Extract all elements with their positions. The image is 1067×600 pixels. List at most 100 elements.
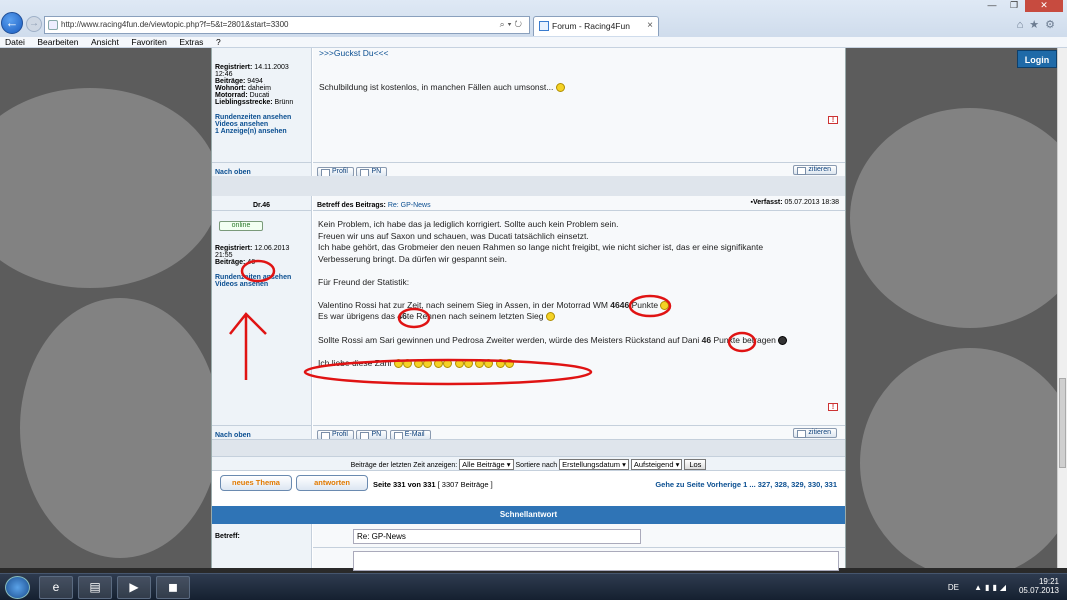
sort-select-dir-value: Aufsteigend (633, 460, 674, 469)
minimize-button[interactable]: — (981, 0, 1003, 12)
post1-wohnort-value: daheim (247, 85, 271, 92)
online-badge: online (219, 221, 263, 231)
reply-button[interactable]: antworten (296, 475, 368, 491)
post-separator (212, 439, 845, 456)
menu-extras[interactable]: Extras (174, 37, 208, 47)
post1-link-anzeigen[interactable]: 1 Anzeige(n) ansehen (215, 128, 311, 135)
post1-footer-right: Profil PN zitieren (313, 162, 845, 177)
betreff-input[interactable]: Re: GP-News (353, 529, 641, 544)
start-button[interactable] (5, 576, 30, 599)
new-topic-button[interactable]: neues Thema (220, 475, 292, 491)
favorites-icon[interactable]: ★ (1029, 19, 1045, 31)
post2-subject-value[interactable]: Re: GP-News (388, 202, 431, 209)
post2-line2: Freuen wir uns auf Saxon und schauen, wa… (318, 230, 589, 241)
menu-help[interactable]: ? (211, 37, 226, 47)
tab-title: Forum - Racing4Fun (552, 21, 630, 31)
post2-line6a: Valentino Rossi hat zur Zeit, nach seine… (318, 299, 608, 310)
smiley-icon (555, 83, 565, 93)
post2-footer-left: Nach oben (212, 425, 312, 439)
message-textarea[interactable] (353, 551, 839, 571)
taskbar-explorer-icon[interactable]: ▤ (78, 576, 112, 599)
login-button[interactable]: Login (1017, 50, 1057, 68)
smiley-icon (545, 312, 555, 322)
taskbar-media-icon[interactable]: ▶ (117, 576, 151, 599)
post1-motorrad-value: Ducati (249, 92, 270, 99)
sort-select-key[interactable]: Erstellungsdatum ▾ (559, 459, 629, 470)
smiley-icon (414, 359, 423, 369)
post2-link-videos[interactable]: Videos ansehen (215, 281, 311, 288)
clock-time[interactable]: 19:21 (1019, 577, 1059, 586)
language-indicator[interactable]: DE (948, 583, 959, 592)
menu-bearbeiten[interactable]: Bearbeiten (32, 37, 83, 47)
post1-nach-oben[interactable]: Nach oben (215, 169, 251, 176)
post2-posts-label: Beiträge: (215, 259, 246, 266)
post1-posts-value: 9494 (247, 78, 263, 85)
browser-icons: ⌂★⚙ (1017, 18, 1061, 31)
filter-go-button[interactable]: Los (684, 459, 707, 470)
background-decoration (0, 88, 220, 288)
post2-author-header: Dr.46 (212, 196, 312, 211)
post2-line4: Verbesserung bringt. Da dürfen wir gespa… (318, 253, 508, 264)
menu-favoriten[interactable]: Favoriten (126, 37, 171, 47)
smiley-row (393, 358, 514, 369)
smiley-icon (402, 359, 412, 369)
post2-footer-right: Profil PN E-Mail zitieren (313, 425, 845, 440)
post2-author-column: online Registriert: 12.06.2013 21:55 Bei… (212, 211, 312, 425)
gear-icon[interactable]: ⚙ (1045, 19, 1061, 31)
maximize-button[interactable]: ❐ (1003, 0, 1025, 12)
post2-reg-date: 12.06.2013 (254, 245, 290, 252)
browser-tab[interactable]: Forum - Racing4Fun × (533, 16, 659, 36)
post2-header: Betreff des Beitrags: Re: GP-News ▪Verfa… (313, 196, 845, 211)
address-bar[interactable]: http://www.racing4fun.de/viewtopic.php?f… (44, 16, 530, 34)
taskbar-ie-icon[interactable]: e (39, 576, 73, 599)
report-icon[interactable]: ! (828, 403, 838, 411)
filter-bar: Beiträge der letzten Zeit anzeigen: Alle… (212, 456, 845, 471)
post2-posts-value: 46 (247, 259, 256, 266)
post2-link-rundenzeiten[interactable]: Rundenzeiten ansehen (215, 274, 311, 281)
taskbar-app-icon[interactable]: ◼ (156, 576, 190, 599)
menu-ansicht[interactable]: Ansicht (86, 37, 124, 47)
scrollbar-thumb[interactable] (1059, 378, 1066, 468)
smiley-icon (454, 359, 464, 369)
forward-button[interactable]: → (26, 16, 42, 32)
home-icon[interactable]: ⌂ (1017, 19, 1030, 31)
post2-reg-label: Registriert: (215, 245, 253, 252)
post2-body: Kein Problem, ich habe das ja lediglich … (313, 211, 845, 425)
post1-link-rundenzeiten[interactable]: Rundenzeiten ansehen (215, 114, 311, 121)
post2-line8c: Punkte betragen (713, 334, 776, 345)
post1-link-videos[interactable]: Videos ansehen (215, 121, 311, 128)
tab-close-icon[interactable]: × (647, 20, 653, 31)
post1-zitieren-button[interactable]: zitieren (793, 165, 837, 175)
forum-content: Registriert: 14.11.2003 12:46 Beiträge: … (211, 48, 846, 571)
report-icon[interactable]: ! (828, 116, 838, 124)
sort-select-dir[interactable]: Aufsteigend ▾ (630, 459, 683, 470)
post1-strecke-value: Brünn (274, 99, 294, 106)
goto-label[interactable]: Gehe zu Seite Vorherige (655, 480, 741, 489)
post1-body: >>>Guckst Du<<< Schulbildung ist kostenl… (313, 48, 845, 162)
post2-zitieren-button[interactable]: zitieren (793, 428, 837, 438)
smiley-icon (495, 359, 505, 369)
page-info: Seite 331 von 331 (373, 480, 436, 489)
address-url[interactable]: http://www.racing4fun.de/viewtopic.php?f… (61, 20, 288, 29)
system-tray: DE ▲▮▮◢ 19:21 05.07.2013 (948, 577, 1059, 595)
page-links[interactable]: 1 ... 327, 328, 329, 330, 331 (743, 480, 837, 489)
quickreply-fields: Re: GP-News (313, 524, 845, 571)
menu-datei[interactable]: Datei (0, 37, 30, 47)
clock-date[interactable]: 05.07.2013 (1019, 586, 1059, 595)
post-separator (212, 176, 845, 196)
smiley-icon (504, 359, 514, 369)
smiley-icon (660, 300, 670, 310)
address-tools-icon[interactable]: ⌕▾↻ (500, 19, 525, 30)
post2-author[interactable]: Dr.46 (253, 202, 270, 209)
post2-subject-label: Betreff des Beitrags: (317, 202, 386, 209)
post2-nach-oben[interactable]: Nach oben (215, 432, 251, 439)
filter-select-days[interactable]: Alle Beiträge ▾ (459, 459, 514, 470)
smiley-icon (484, 359, 494, 369)
tray-icons[interactable]: ▲▮▮◢ (974, 583, 1009, 592)
page-scrollbar[interactable] (1057, 48, 1067, 568)
back-button[interactable]: ← (1, 12, 23, 34)
close-button[interactable]: ✕ (1025, 0, 1063, 12)
post2-verfasst-value: 05.07.2013 18:38 (784, 199, 840, 206)
post2-line7a: Es war übrigens das (318, 311, 396, 321)
post1-quote: >>>Guckst Du<<< (319, 48, 389, 58)
